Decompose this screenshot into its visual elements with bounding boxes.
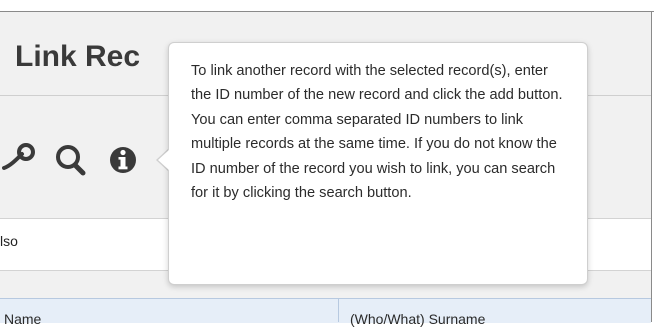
also-label: lso: [0, 233, 18, 249]
column-divider: [338, 298, 339, 322]
frame-border-right: [651, 11, 652, 322]
table-header: [0, 298, 651, 323]
link-icon[interactable]: [0, 140, 36, 180]
info-icon-graphic: [110, 147, 136, 173]
page-title: Link Rec: [15, 40, 141, 73]
info-tooltip: To link another record with the selected…: [168, 42, 588, 285]
search-icon-graphic: [56, 145, 86, 176]
info-icon[interactable]: [105, 140, 141, 180]
link-icon-graphic: [2, 143, 35, 170]
column-header-surname[interactable]: (Who/What) Surname: [350, 311, 485, 327]
column-header-name[interactable]: Name: [4, 311, 41, 327]
tooltip-arrow: [158, 149, 170, 171]
search-icon[interactable]: [53, 140, 89, 180]
tooltip-text: To link another record with the selected…: [191, 63, 563, 202]
